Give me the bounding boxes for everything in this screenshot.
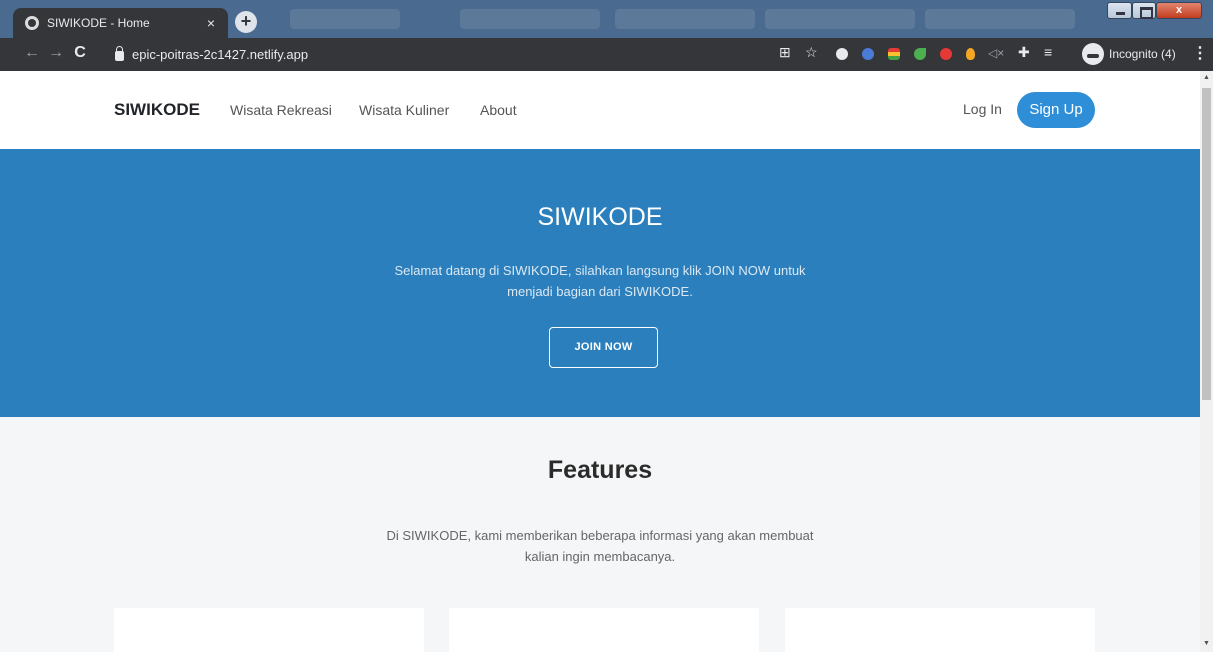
bookmark-star-icon[interactable]: ☆	[805, 44, 818, 61]
address-bar[interactable]: epic-poitras-2c1427.netlify.app	[103, 42, 823, 67]
background-tab[interactable]	[925, 9, 1075, 29]
close-window-button[interactable]: x	[1156, 2, 1202, 19]
reading-list-icon[interactable]: ≡	[1044, 44, 1052, 60]
active-tab[interactable]: SIWIKODE - Home ×	[13, 8, 228, 38]
lock-icon	[115, 46, 124, 61]
site-navbar: SIWIKODE Wisata Rekreasi Wisata Kuliner …	[0, 71, 1200, 149]
hero-description: Selamat datang di SIWIKODE, silahkan lan…	[394, 263, 806, 299]
scrollbar-thumb[interactable]	[1202, 88, 1211, 400]
feature-card[interactable]	[114, 608, 424, 652]
minimize-window-button[interactable]	[1107, 2, 1132, 19]
features-description: Di SIWIKODE, kami memberikan beberapa in…	[386, 528, 814, 564]
signup-button[interactable]: Sign Up	[1017, 92, 1095, 128]
forward-arrow-icon[interactable]: →	[46, 44, 66, 62]
new-tab-button[interactable]: +	[235, 11, 257, 33]
scroll-up-arrow-icon[interactable]: ▲	[1203, 74, 1210, 81]
incognito-label: Incognito (4)	[1109, 47, 1176, 61]
mute-icon[interactable]: ◁×	[988, 46, 1004, 60]
background-tab[interactable]	[615, 9, 755, 29]
browser-menu-icon[interactable]: ⋮	[1192, 43, 1208, 63]
extension-egg-icon[interactable]	[966, 48, 975, 60]
maximize-window-button[interactable]	[1132, 2, 1156, 19]
browser-toolbar: ← → C epic-poitras-2c1427.netlify.app ⊞ …	[0, 38, 1213, 71]
extensions-puzzle-icon[interactable]: ✚	[1018, 44, 1030, 61]
background-tab[interactable]	[290, 9, 400, 29]
features-title: Features	[547, 456, 653, 484]
background-tab[interactable]	[765, 9, 915, 29]
url-text: epic-poitras-2c1427.netlify.app	[132, 47, 309, 62]
nav-link-about[interactable]: About	[480, 102, 517, 118]
features-section: Features Di SIWIKODE, kami memberikan be…	[0, 417, 1200, 652]
scroll-down-arrow-icon[interactable]: ▼	[1203, 640, 1210, 647]
join-now-button[interactable]: JOIN NOW	[549, 327, 658, 368]
feature-card[interactable]	[449, 608, 759, 652]
back-arrow-icon[interactable]: ←	[22, 44, 42, 62]
tab-title: SIWIKODE - Home	[47, 16, 150, 30]
extension-stripes-icon[interactable]	[888, 48, 900, 60]
extension-cursor-icon[interactable]	[862, 48, 874, 60]
incognito-indicator[interactable]: Incognito (4)	[1082, 42, 1176, 66]
page-scrollbar[interactable]: ▲ ▼	[1200, 71, 1213, 652]
background-tab[interactable]	[460, 9, 600, 29]
translate-icon[interactable]: ⊞	[779, 44, 791, 61]
incognito-icon	[1082, 43, 1104, 65]
feature-card[interactable]	[785, 608, 1095, 652]
reload-icon[interactable]: C	[70, 44, 90, 62]
hero-section: SIWIKODE Selamat datang di SIWIKODE, sil…	[0, 149, 1200, 417]
brand-logo[interactable]: SIWIKODE	[114, 100, 200, 120]
extension-hand-icon[interactable]	[940, 48, 952, 60]
login-link[interactable]: Log In	[963, 101, 1002, 117]
hero-title: SIWIKODE	[537, 203, 663, 231]
page-viewport: SIWIKODE Wisata Rekreasi Wisata Kuliner …	[0, 71, 1200, 652]
extension-globe-icon[interactable]	[836, 48, 848, 60]
nav-link-wisata-rekreasi[interactable]: Wisata Rekreasi	[230, 102, 332, 118]
nav-link-wisata-kuliner[interactable]: Wisata Kuliner	[359, 102, 449, 118]
globe-icon	[25, 16, 39, 30]
browser-titlebar: SIWIKODE - Home × + x	[0, 0, 1213, 38]
tab-close-icon[interactable]: ×	[204, 15, 218, 31]
extension-leaf-icon[interactable]	[914, 48, 926, 60]
